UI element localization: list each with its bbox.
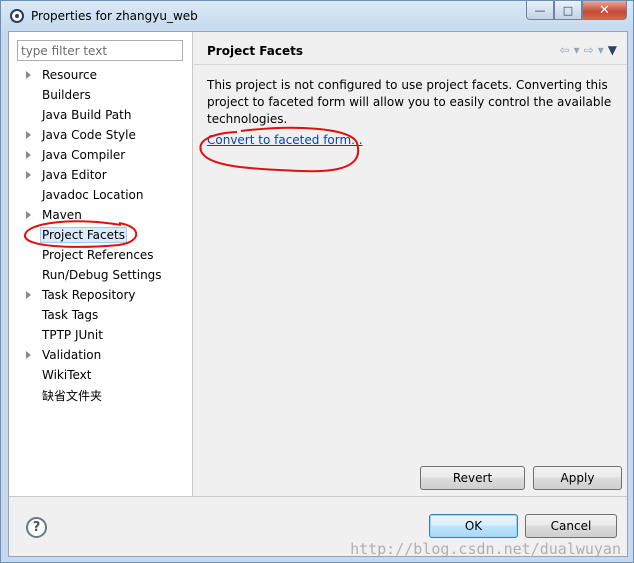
tree-item-label: Java Code Style [42,128,136,142]
tree-item-label: Builders [42,88,91,102]
tree-item[interactable]: TPTP JUnit [9,325,193,345]
page-content-pane: Project Facets ⇦ ▾ ⇨ ▾ ▼ This project is… [194,32,627,496]
expand-arrow-icon[interactable] [26,211,31,219]
expand-arrow-icon[interactable] [26,171,31,179]
watermark: http://blog.csdn.net/dualwuyan [350,540,621,558]
tree-item[interactable]: Java Code Style [9,125,193,145]
properties-dialog: Properties for zhangyu_web — □ ✕ Resourc… [0,0,634,563]
page-header: Project Facets ⇦ ▾ ⇨ ▾ ▼ [194,32,627,65]
window-controls: — □ ✕ [526,1,627,20]
expand-arrow-icon[interactable] [26,291,31,299]
tree-item-label: TPTP JUnit [42,328,103,342]
property-pages-pane: Resource Builders Java Build Path Java Code… [9,32,193,496]
expand-arrow-icon[interactable] [26,131,31,139]
property-tree: Resource Builders Java Build Path Java Code… [9,65,193,405]
tree-item-label: 缺省文件夹 [42,388,103,403]
expand-arrow-icon[interactable] [26,71,31,79]
tree-item-label: Java Editor [42,168,107,182]
back-dropdown-icon[interactable]: ▾ [574,43,580,57]
revert-button[interactable]: Revert [420,466,525,490]
tree-item[interactable]: Java Build Path [9,105,193,125]
tree-item[interactable]: Javadoc Location [9,185,193,205]
apply-button[interactable]: Apply [533,466,622,490]
forward-dropdown-icon[interactable]: ▾ [598,43,604,57]
tree-item-label: Resource [42,68,98,82]
window-title: Properties for zhangyu_web [31,9,198,23]
tree-item[interactable]: 缺省文件夹 [9,385,193,405]
tree-item-label: WikiText [42,368,92,382]
view-menu-icon[interactable]: ▼ [608,43,617,57]
tree-item-label: Java Build Path [42,108,132,122]
expand-arrow-icon[interactable] [26,151,31,159]
tree-item[interactable]: Project Facets [9,225,193,245]
tree-item[interactable]: Resource [9,65,193,85]
ok-button[interactable]: OK [429,514,518,538]
tree-item[interactable]: Validation [9,345,193,365]
tree-item[interactable]: Builders [9,85,193,105]
back-arrow-icon[interactable]: ⇦ [560,43,570,57]
expand-arrow-icon[interactable] [26,351,31,359]
forward-arrow-icon[interactable]: ⇨ [584,43,594,57]
filter-input[interactable] [17,40,183,61]
tree-item-label: Javadoc Location [42,188,144,202]
tree-item[interactable]: Run/Debug Settings [9,265,193,285]
tree-item-label: Task Tags [42,308,99,322]
tree-item[interactable]: Java Editor [9,165,193,185]
tree-item[interactable]: WikiText [9,365,193,385]
eclipse-icon [10,9,24,23]
minimize-button[interactable]: — [526,1,554,20]
close-button[interactable]: ✕ [582,1,627,20]
page-title: Project Facets [207,44,303,58]
tree-item-label: Project References [42,248,154,262]
cancel-button[interactable]: Cancel [525,514,617,538]
help-icon[interactable]: ? [26,517,47,538]
tree-item-label: Maven [42,208,82,222]
page-navigation: ⇦ ▾ ⇨ ▾ ▼ [560,43,617,57]
tree-item[interactable]: Task Repository [9,285,193,305]
dialog-client-area: Resource Builders Java Build Path Java Code… [8,31,628,557]
tree-item-label: Run/Debug Settings [42,268,162,282]
title-bar[interactable]: Properties for zhangyu_web — □ ✕ [1,1,633,31]
tree-item[interactable]: Task Tags [9,305,193,325]
maximize-button[interactable]: □ [554,1,582,20]
tree-item[interactable]: Java Compiler [9,145,193,165]
convert-to-faceted-form-link[interactable]: Convert to faceted form... [207,133,363,147]
tree-item[interactable]: Project References [9,245,193,265]
tree-item-label: Project Facets [40,227,127,243]
tree-item-label: Task Repository [42,288,136,302]
tree-item[interactable]: Maven [9,205,193,225]
page-description: This project is not configured to use pr… [207,78,612,126]
tree-item-label: Validation [42,348,102,362]
tree-item-label: Java Compiler [42,148,126,162]
button-bar-divider [9,496,627,497]
